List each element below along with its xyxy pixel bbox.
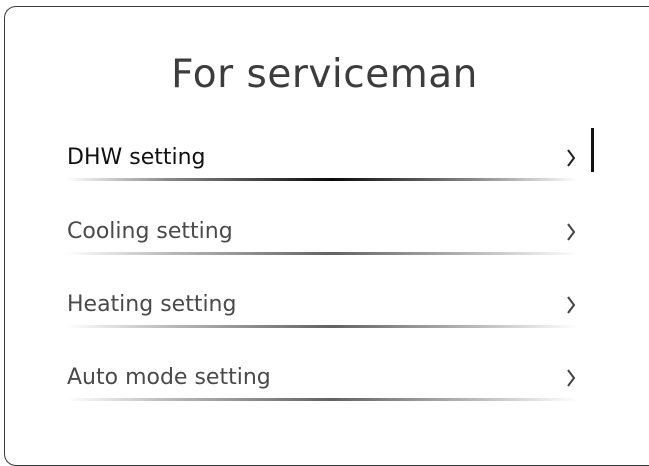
chevron-right-icon <box>567 369 576 387</box>
menu-item-label: Heating setting <box>67 292 237 317</box>
chevron-right-icon <box>567 296 576 314</box>
menu-item-label: DHW setting <box>67 145 206 170</box>
chevron-right-icon <box>567 223 576 241</box>
menu-item-label: Cooling setting <box>67 219 233 244</box>
divider <box>66 252 578 255</box>
selection-cursor <box>591 128 594 172</box>
divider <box>66 325 578 328</box>
menu-item-label: Auto mode setting <box>67 365 271 390</box>
menu-item-heating-setting[interactable]: Heating setting <box>66 291 586 343</box>
chevron-right-icon <box>567 149 576 167</box>
divider <box>66 398 578 401</box>
menu-item-dhw-setting[interactable]: DHW setting <box>66 144 586 196</box>
menu-item-cooling-setting[interactable]: Cooling setting <box>66 218 586 270</box>
divider <box>66 178 578 181</box>
page-title: For serviceman <box>171 52 478 97</box>
menu-item-auto-mode-setting[interactable]: Auto mode setting <box>66 364 586 416</box>
